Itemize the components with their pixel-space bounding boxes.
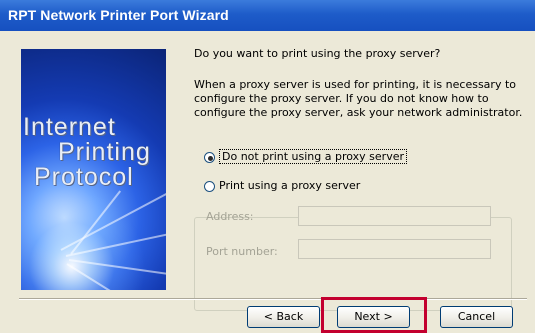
wizard-window: RPT Network Printer Port Wizard Internet… xyxy=(0,0,535,333)
button-divider xyxy=(19,298,527,300)
port-number-label: Port number: xyxy=(206,245,278,258)
next-button-highlight xyxy=(321,297,427,333)
address-field[interactable] xyxy=(298,206,491,226)
use-proxy-label[interactable]: Print using a proxy server xyxy=(219,179,365,192)
radio-selected-dot xyxy=(208,156,213,161)
no-proxy-radio[interactable] xyxy=(204,152,215,163)
cancel-button[interactable]: Cancel xyxy=(440,306,513,328)
ipp-banner-image: Internet Printing Protocol xyxy=(21,49,166,290)
window-title: RPT Network Printer Port Wizard xyxy=(8,7,229,23)
no-proxy-label[interactable]: Do not print using a proxy server xyxy=(219,149,407,164)
use-proxy-radio[interactable] xyxy=(204,181,215,192)
address-label: Address: xyxy=(206,210,254,223)
port-number-field[interactable] xyxy=(298,239,491,259)
back-button[interactable]: < Back xyxy=(247,306,320,328)
question-text: Do you want to print using the proxy ser… xyxy=(194,47,441,60)
description-text: When a proxy server is used for printing… xyxy=(194,78,523,119)
focus-rectangle: Do not print using a proxy server xyxy=(219,149,407,164)
wizard-body: Internet Printing Protocol Do you want t… xyxy=(0,31,535,333)
title-bar[interactable]: RPT Network Printer Port Wizard xyxy=(0,0,535,31)
banner-word-protocol: Protocol xyxy=(34,163,134,191)
